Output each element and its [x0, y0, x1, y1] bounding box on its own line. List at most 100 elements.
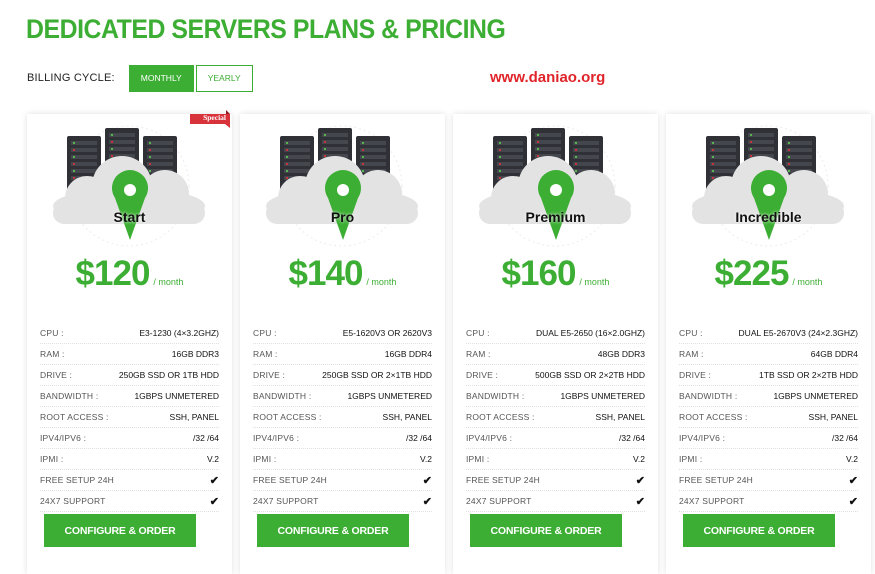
spec-value: V.2 [846, 454, 858, 464]
spec-row: RAM : 64GB DDR4 [679, 344, 858, 365]
spec-row: 24X7 SUPPORT ✔ [253, 491, 432, 512]
spec-value: 250GB SSD OR 1TB HDD [118, 370, 219, 380]
spec-row: IPMI : V.2 [466, 449, 645, 470]
plan-card-premium: Premium $160/ month CPU : DUAL E5-2650 (1… [453, 114, 658, 574]
spec-label: DRIVE : [679, 370, 712, 380]
spec-label: BANDWIDTH : [40, 391, 99, 401]
configure-order-button[interactable]: CONFIGURE & ORDER [683, 514, 835, 547]
spec-value: 1GBPS UNMETERED [560, 391, 645, 401]
spec-row: CPU : DUAL E5-2670V3 (24×2.3GHZ) [679, 323, 858, 344]
spec-label: IPV4/IPV6 : [253, 433, 300, 443]
spec-label: ROOT ACCESS : [679, 412, 748, 422]
check-icon: ✔ [635, 495, 645, 508]
spec-value: 1TB SSD OR 2×2TB HDD [759, 370, 858, 380]
spec-row: CPU : DUAL E5-2650 (16×2.0GHZ) [466, 323, 645, 344]
spec-label: IPV4/IPV6 : [679, 433, 726, 443]
spec-row: ROOT ACCESS : SSH, PANEL [253, 407, 432, 428]
server-cloud-illustration [479, 125, 631, 247]
price-period: / month [153, 277, 184, 287]
plan-name: Premium [525, 209, 586, 225]
spec-label: DRIVE : [253, 370, 286, 380]
spec-row: CPU : E3-1230 (4×3.2GHZ) [40, 323, 219, 344]
price-row: $140/ month [240, 254, 445, 294]
spec-value: 1GBPS UNMETERED [347, 391, 432, 401]
spec-label: FREE SETUP 24H [253, 475, 327, 485]
spec-label: 24X7 SUPPORT [40, 496, 106, 506]
yearly-toggle-button[interactable]: YEARLY [195, 64, 253, 92]
spec-label: FREE SETUP 24H [40, 475, 114, 485]
price-row: $160/ month [453, 254, 658, 294]
spec-value: 500GB SSD OR 2×2TB HDD [535, 370, 645, 380]
spec-label: IPMI : [679, 454, 703, 464]
server-cloud-illustration [53, 125, 205, 247]
spec-value: SSH, PANEL [595, 412, 645, 422]
spec-row: BANDWIDTH : 1GBPS UNMETERED [40, 386, 219, 407]
spec-label: RAM : [679, 349, 704, 359]
special-badge: Special [203, 113, 226, 122]
spec-label: RAM : [253, 349, 278, 359]
spec-row: RAM : 16GB DDR3 [40, 344, 219, 365]
spec-label: 24X7 SUPPORT [466, 496, 532, 506]
plan-price: $120 [75, 254, 151, 293]
spec-label: BANDWIDTH : [679, 391, 738, 401]
page-title: DEDICATED SERVERS PLANS & PRICING [26, 14, 506, 44]
spec-value: SSH, PANEL [169, 412, 219, 422]
spec-list: CPU : DUAL E5-2650 (16×2.0GHZ) RAM : 48GB D… [466, 323, 645, 512]
spec-row: CPU : E5-1620V3 OR 2620V3 [253, 323, 432, 344]
price-period: / month [366, 277, 397, 287]
spec-value: SSH, PANEL [382, 412, 432, 422]
plan-price: $140 [288, 254, 364, 293]
configure-order-button[interactable]: CONFIGURE & ORDER [44, 514, 196, 547]
plan-card-incredible: Incredible $225/ month CPU : DUAL E5-2670… [666, 114, 871, 574]
spec-label: RAM : [466, 349, 491, 359]
check-icon: ✔ [209, 495, 219, 508]
price-period: / month [792, 277, 823, 287]
spec-row: IPV4/IPV6 : /32 /64 [466, 428, 645, 449]
plan-name: Incredible [735, 209, 802, 225]
server-cloud-illustration [266, 125, 418, 247]
spec-label: 24X7 SUPPORT [253, 496, 319, 506]
spec-label: CPU : [253, 328, 277, 338]
spec-value: 1GBPS UNMETERED [773, 391, 858, 401]
spec-row: FREE SETUP 24H ✔ [40, 470, 219, 491]
spec-value: /32 /64 [193, 433, 219, 443]
spec-value: 1GBPS UNMETERED [134, 391, 219, 401]
configure-order-button[interactable]: CONFIGURE & ORDER [257, 514, 409, 547]
spec-row: BANDWIDTH : 1GBPS UNMETERED [253, 386, 432, 407]
spec-label: DRIVE : [40, 370, 73, 380]
check-icon: ✔ [635, 474, 645, 487]
spec-row: RAM : 16GB DDR4 [253, 344, 432, 365]
spec-value: E5-1620V3 OR 2620V3 [342, 328, 432, 338]
spec-row: ROOT ACCESS : SSH, PANEL [466, 407, 645, 428]
spec-list: CPU : E3-1230 (4×3.2GHZ) RAM : 16GB DDR3 DRI… [40, 323, 219, 512]
watermark-text: www.daniao.org [490, 69, 606, 86]
server-cloud-illustration [692, 125, 844, 247]
spec-row: FREE SETUP 24H ✔ [253, 470, 432, 491]
spec-row: BANDWIDTH : 1GBPS UNMETERED [679, 386, 858, 407]
spec-label: 24X7 SUPPORT [679, 496, 745, 506]
price-period: / month [579, 277, 610, 287]
spec-row: 24X7 SUPPORT ✔ [466, 491, 645, 512]
spec-row: IPV4/IPV6 : /32 /64 [40, 428, 219, 449]
spec-label: IPV4/IPV6 : [40, 433, 87, 443]
spec-row: FREE SETUP 24H ✔ [679, 470, 858, 491]
spec-label: FREE SETUP 24H [679, 475, 753, 485]
spec-row: IPMI : V.2 [253, 449, 432, 470]
spec-label: CPU : [679, 328, 703, 338]
spec-value: 250GB SSD OR 2×1TB HDD [322, 370, 432, 380]
spec-label: CPU : [40, 328, 64, 338]
spec-value: /32 /64 [619, 433, 645, 443]
spec-row: ROOT ACCESS : SSH, PANEL [40, 407, 219, 428]
spec-label: FREE SETUP 24H [466, 475, 540, 485]
configure-order-button[interactable]: CONFIGURE & ORDER [470, 514, 622, 547]
monthly-toggle-button[interactable]: MONTHLY [128, 64, 194, 92]
spec-row: IPV4/IPV6 : /32 /64 [679, 428, 858, 449]
spec-row: DRIVE : 250GB SSD OR 1TB HDD [40, 365, 219, 386]
plan-card-pro: Pro $140/ month CPU : E5-1620V3 OR 2620V3… [240, 114, 445, 574]
spec-row: BANDWIDTH : 1GBPS UNMETERED [466, 386, 645, 407]
spec-row: IPMI : V.2 [40, 449, 219, 470]
spec-value: DUAL E5-2650 (16×2.0GHZ) [535, 328, 645, 338]
spec-value: 16GB DDR4 [384, 349, 432, 359]
spec-row: 24X7 SUPPORT ✔ [40, 491, 219, 512]
spec-label: IPV4/IPV6 : [466, 433, 513, 443]
